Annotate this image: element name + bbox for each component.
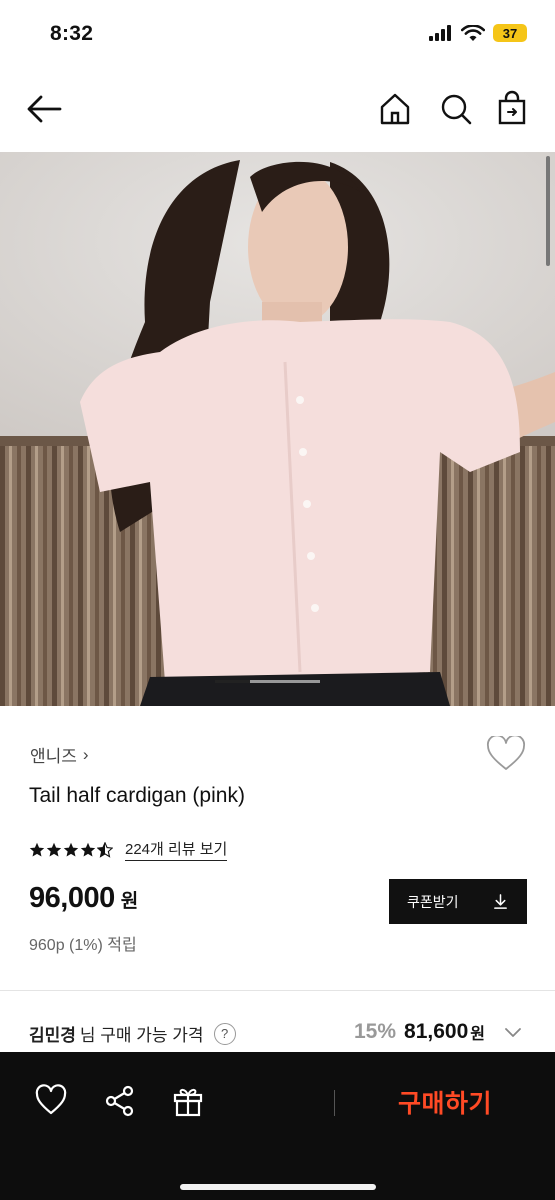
review-link[interactable]: 224개 리뷰 보기 (125, 838, 228, 861)
bottom-action-bar: 구매하기 (0, 1052, 555, 1200)
member-price-unit: 원 (470, 1026, 485, 1043)
like-button[interactable] (34, 1084, 68, 1118)
member-price-value: 81,600 (404, 1020, 469, 1043)
back-button[interactable] (24, 92, 64, 126)
wishlist-button[interactable] (486, 734, 526, 772)
heart-outline-icon (487, 734, 525, 770)
rating-stars (29, 841, 113, 858)
brand-link[interactable]: 앤니즈 › (30, 742, 89, 767)
heart-icon (35, 1084, 67, 1115)
price-row: 96,000 원 (29, 882, 138, 915)
gift-icon (173, 1088, 203, 1117)
price-unit: 원 (120, 891, 139, 912)
signal-icon (429, 25, 451, 41)
rating-row: 224개 리뷰 보기 (29, 838, 228, 861)
status-bar: 8:32 37 (0, 0, 555, 68)
member-label-suffix: 님 구매 가능 가격 (79, 1026, 204, 1045)
product-photo (0, 152, 555, 706)
home-indicator (180, 1184, 376, 1190)
wifi-icon (461, 24, 485, 41)
chevron-right-icon: › (82, 744, 89, 764)
slide-indicator (215, 680, 320, 683)
slide-indicator-active (215, 680, 250, 683)
chevron-down-icon[interactable] (503, 1022, 523, 1042)
search-icon (441, 94, 472, 125)
star-icon (80, 842, 96, 857)
buy-button[interactable]: 구매하기 (370, 1082, 520, 1122)
star-icon (29, 842, 45, 857)
share-icon (105, 1085, 134, 1117)
section-divider (0, 990, 555, 991)
star-half-icon (97, 841, 113, 858)
star-icon (63, 842, 79, 857)
member-price-row[interactable]: 김민경 님 구매 가능 가격 ? 15% 81,600 원 (0, 1012, 555, 1054)
nav-bar (0, 78, 555, 140)
discount-rate: 15% (354, 1020, 397, 1043)
status-time: 8:32 (50, 22, 94, 45)
scrollbar[interactable] (546, 156, 550, 266)
home-icon (380, 93, 410, 125)
download-icon (494, 894, 507, 909)
arrow-left-icon (27, 95, 62, 123)
coupon-label: 쿠폰받기 (407, 893, 459, 910)
home-button[interactable] (376, 90, 414, 128)
help-icon[interactable]: ? (213, 1022, 236, 1045)
bottom-bar-divider (334, 1090, 335, 1116)
member-name: 김민경 (29, 1026, 76, 1045)
shopping-bag-icon (498, 90, 526, 125)
gift-button[interactable] (171, 1084, 205, 1118)
battery-indicator: 37 (493, 24, 527, 42)
search-button[interactable] (437, 90, 475, 128)
product-price: 96,000 (29, 882, 115, 914)
share-button[interactable] (103, 1084, 137, 1118)
member-price: 15% 81,600 원 (354, 1020, 523, 1044)
cart-button[interactable] (493, 90, 531, 128)
product-image-gallery[interactable] (0, 152, 555, 706)
star-icon (46, 842, 62, 857)
coupon-download-button[interactable]: 쿠폰받기 (389, 879, 527, 924)
product-name: Tail half cardigan (pink) (29, 784, 245, 807)
status-icons: 37 (429, 24, 527, 42)
brand-name: 앤니즈 (30, 747, 77, 766)
reward-points: 960p (1%) 적립 (29, 937, 137, 954)
member-price-label: 김민경 님 구매 가능 가격 ? (29, 1021, 236, 1046)
